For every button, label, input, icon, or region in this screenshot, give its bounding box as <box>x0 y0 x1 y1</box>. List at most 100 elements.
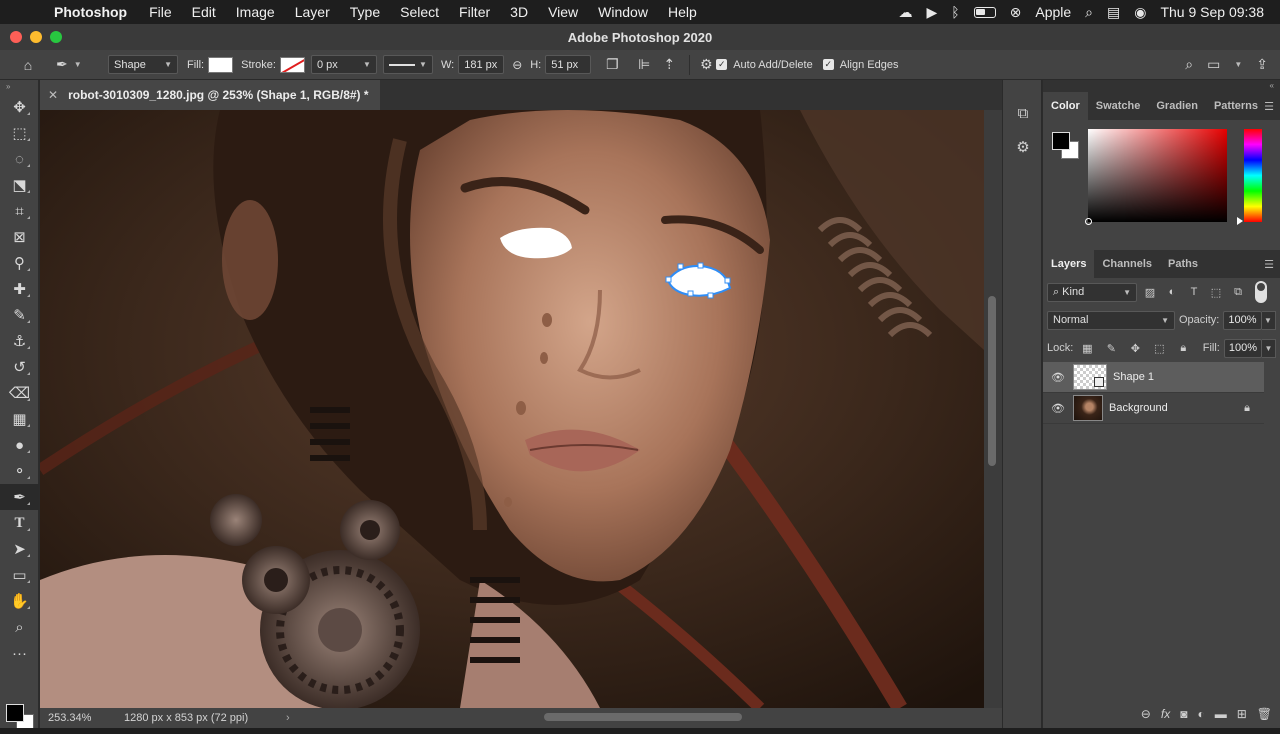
tab-color[interactable]: Color <box>1043 92 1088 120</box>
menu-edit[interactable]: Edit <box>192 4 216 20</box>
history-panel-icon[interactable]: ⧉ <box>1003 96 1043 130</box>
layer-background[interactable]: 👁︎ Background 🔒︎ <box>1043 393 1264 424</box>
control-center-icon[interactable]: ▤ <box>1107 4 1120 21</box>
document-tab[interactable]: ✕ robot-3010309_1280.jpg @ 253% (Shape 1… <box>40 80 380 110</box>
rectangle-tool-icon[interactable]: ▭ <box>0 562 39 588</box>
visibility-eye-icon[interactable]: 👁︎ <box>1043 371 1073 384</box>
menu-window[interactable]: Window <box>598 4 648 20</box>
color-panel-menu-icon[interactable]: ☰ <box>1264 100 1274 113</box>
hue-slider-marker[interactable] <box>1237 217 1243 225</box>
type-tool-icon[interactable]: T <box>0 510 39 536</box>
home-icon[interactable]: ⌂ <box>0 57 56 73</box>
tab-gradients[interactable]: Gradien <box>1148 92 1206 120</box>
layers-panel-menu-icon[interactable]: ☰ <box>1264 258 1274 271</box>
filter-smart-object-icon[interactable]: ⧉ <box>1229 283 1247 301</box>
link-icon[interactable]: ⊗ <box>1010 4 1022 21</box>
workspace-icon[interactable]: ▭ <box>1207 56 1220 73</box>
zoom-tool-icon[interactable]: ⌕ <box>0 614 39 640</box>
search-icon[interactable]: ⌕ <box>1185 56 1193 73</box>
blend-mode-dropdown[interactable]: Normal▼ <box>1047 311 1175 330</box>
lock-transparent-icon[interactable]: ▦ <box>1077 339 1097 357</box>
play-icon[interactable]: ▶ <box>926 4 937 21</box>
window-zoom-button[interactable] <box>50 31 62 43</box>
panels-collapse-icon[interactable]: « <box>1043 80 1280 92</box>
pen-tool-icon[interactable]: ✒ <box>0 484 39 510</box>
crop-tool-icon[interactable]: ⌗ <box>0 198 39 224</box>
canvas-vertical-scrollbar[interactable] <box>984 110 1002 708</box>
dodge-tool-icon[interactable]: ⚬ <box>0 458 39 484</box>
eraser-tool-icon[interactable]: ⌫ <box>0 380 39 406</box>
workspace-chevron-icon[interactable]: ▼ <box>1234 60 1242 69</box>
zoom-level[interactable]: 253.34% <box>40 712 116 724</box>
color-field[interactable] <box>1088 129 1227 222</box>
path-alignment-icon[interactable]: ⊫ <box>633 56 655 73</box>
width-field[interactable]: 181 px <box>458 55 504 74</box>
filter-shape-icon[interactable]: ⬚ <box>1207 283 1225 301</box>
blur-tool-icon[interactable]: ● <box>0 432 39 458</box>
gradient-tool-icon[interactable]: ▦ <box>0 406 39 432</box>
tab-channels[interactable]: Channels <box>1094 250 1160 278</box>
tab-paths[interactable]: Paths <box>1160 250 1206 278</box>
menu-filter[interactable]: Filter <box>459 4 490 20</box>
opacity-chevron-icon[interactable]: ▼ <box>1262 311 1276 330</box>
foreground-color-swatch[interactable] <box>6 704 24 722</box>
adjustment-layer-icon[interactable]: ◐ <box>1197 707 1204 721</box>
filter-toggle[interactable] <box>1255 281 1267 303</box>
lasso-tool-icon[interactable]: ◌ <box>0 146 39 172</box>
path-selection-tool-icon[interactable]: ➤ <box>0 536 39 562</box>
opacity-field[interactable]: 100% <box>1223 311 1261 330</box>
height-field[interactable]: 51 px <box>545 55 591 74</box>
link-layers-icon[interactable]: ⊖ <box>1141 707 1151 721</box>
close-document-icon[interactable]: ✕ <box>48 88 58 102</box>
brush-tool-icon[interactable]: ✎ <box>0 302 39 328</box>
hand-tool-icon[interactable]: ✋ <box>0 588 39 614</box>
healing-brush-tool-icon[interactable]: ✚ <box>0 276 39 302</box>
path-operations-icon[interactable]: ❐ <box>591 56 633 73</box>
menu-type[interactable]: Type <box>350 4 380 20</box>
menu-select[interactable]: Select <box>400 4 439 20</box>
creative-cloud-icon[interactable]: ☁ <box>898 4 912 21</box>
path-arrangement-icon[interactable]: ⇡ <box>655 56 683 73</box>
settings-gear-icon[interactable]: ⚙ <box>696 56 716 73</box>
canvas-horizontal-scroll-thumb[interactable] <box>544 713 742 721</box>
siri-icon[interactable]: ◉ <box>1134 4 1146 21</box>
window-minimize-button[interactable] <box>30 31 42 43</box>
more-tools-icon[interactable]: ··· <box>0 640 39 666</box>
tool-mode-dropdown[interactable]: Shape▼ <box>108 55 178 74</box>
auto-add-delete-checkbox[interactable]: ✓ <box>716 59 727 70</box>
filter-type-icon[interactable]: T <box>1185 283 1203 301</box>
menu-clock[interactable]: Thu 9 Sep 09:38 <box>1160 4 1264 20</box>
lock-position-icon[interactable]: ✥ <box>1125 339 1145 357</box>
eyedropper-tool-icon[interactable]: ⚲ <box>0 250 39 276</box>
fill-swatch[interactable] <box>208 57 233 73</box>
history-brush-tool-icon[interactable]: ↺ <box>0 354 39 380</box>
fill-field[interactable]: 100% <box>1224 339 1262 358</box>
menu-file[interactable]: File <box>149 4 172 20</box>
menu-layer[interactable]: Layer <box>295 4 330 20</box>
menu-user[interactable]: Apple <box>1035 4 1071 20</box>
color-picker-marker[interactable] <box>1085 218 1092 225</box>
delete-layer-icon[interactable]: 🗑︎ <box>1257 707 1272 721</box>
new-group-icon[interactable]: ▬ <box>1215 707 1227 721</box>
object-selection-tool-icon[interactable]: ⬔ <box>0 172 39 198</box>
lock-artboard-icon[interactable]: ⬚ <box>1149 339 1169 357</box>
window-close-button[interactable] <box>10 31 22 43</box>
move-tool-icon[interactable]: ✥ <box>0 94 39 120</box>
filter-pixel-icon[interactable]: ▨ <box>1141 283 1159 301</box>
add-mask-icon[interactable]: ◙ <box>1180 707 1187 721</box>
align-edges-checkbox[interactable]: ✓ <box>823 59 834 70</box>
battery-icon[interactable] <box>974 7 996 18</box>
new-layer-icon[interactable]: ⊞ <box>1237 707 1247 721</box>
frame-tool-icon[interactable]: ⊠ <box>0 224 39 250</box>
vertical-scroll-thumb[interactable] <box>988 296 996 466</box>
tools-collapse-icon[interactable]: » <box>0 80 38 94</box>
canvas-area[interactable] <box>40 110 984 708</box>
lock-all-icon[interactable]: 🔒︎ <box>1173 339 1193 357</box>
layer-shape-1[interactable]: 👁︎ Shape 1 <box>1043 362 1264 393</box>
document-image[interactable] <box>40 110 984 708</box>
layer-effects-icon[interactable]: fx <box>1161 707 1170 721</box>
menu-image[interactable]: Image <box>236 4 275 20</box>
tab-patterns[interactable]: Patterns <box>1206 92 1266 120</box>
share-icon[interactable]: ⇪ <box>1256 56 1268 73</box>
spotlight-search-icon[interactable]: ⌕ <box>1085 4 1093 21</box>
